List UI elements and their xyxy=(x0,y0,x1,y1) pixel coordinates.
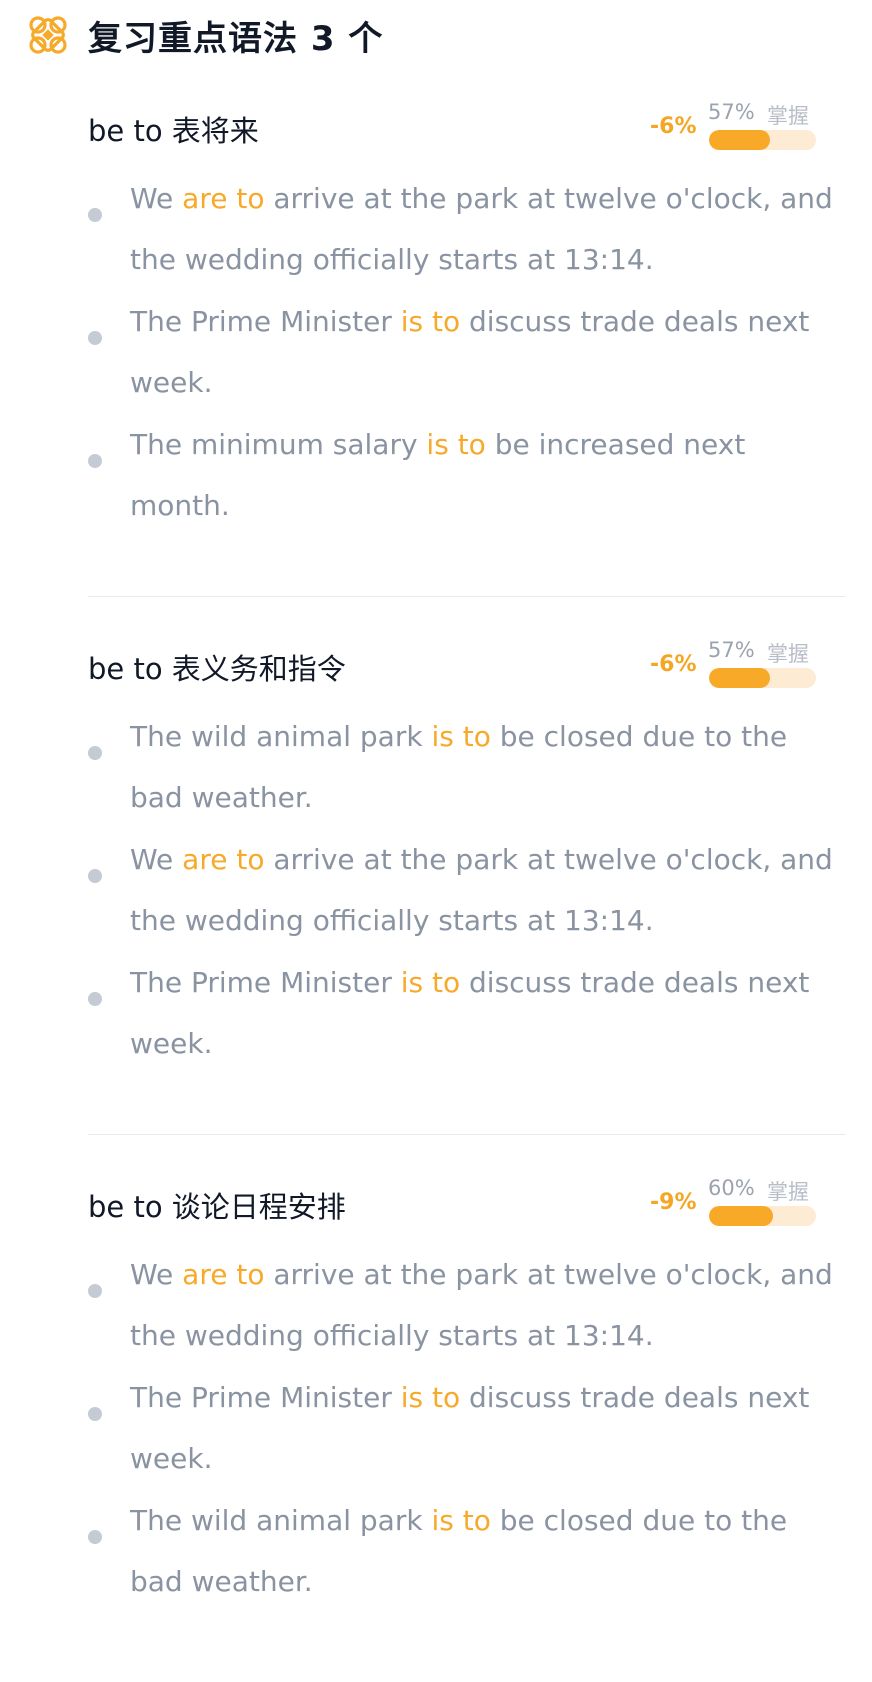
example-item: The minimum salary is to be increased ne… xyxy=(88,414,846,537)
example-list: The wild animal park is to be closed due… xyxy=(88,706,846,1075)
mastery-percent: 60% xyxy=(708,1176,755,1200)
section-divider xyxy=(88,1134,846,1135)
example-sentence: The wild animal park is to be closed due… xyxy=(130,1504,788,1598)
mastery-progress-fill xyxy=(709,668,770,688)
bullet-dot xyxy=(88,1530,102,1544)
example-item: The Prime Minister is to discuss trade d… xyxy=(88,952,846,1075)
example-item: The Prime Minister is to discuss trade d… xyxy=(88,1367,846,1490)
mastery-delta: -9% xyxy=(650,1190,697,1215)
example-list: We are to arrive at the park at twelve o… xyxy=(88,1244,846,1613)
grammar-point-title: be to 表义务和指令 xyxy=(88,652,346,686)
grammar-section: be to 表将来 -6% 57% 掌握 We are to arrive at… xyxy=(88,100,846,537)
grammar-section: be to 谈论日程安排 -9% 60% 掌握 We are to arrive… xyxy=(88,1176,846,1613)
example-item: The Prime Minister is to discuss trade d… xyxy=(88,291,846,414)
bullet-dot xyxy=(88,992,102,1006)
section-divider xyxy=(88,596,846,597)
highlighted-phrase: is to xyxy=(431,720,491,753)
mastery-progress-bar xyxy=(709,1206,816,1226)
mastery-stat: -9% 60% 掌握 xyxy=(650,1176,820,1228)
example-sentence: The Prime Minister is to discuss trade d… xyxy=(130,305,810,399)
example-item: The wild animal park is to be closed due… xyxy=(88,1490,846,1613)
example-sentence: We are to arrive at the park at twelve o… xyxy=(130,843,833,937)
example-item: We are to arrive at the park at twelve o… xyxy=(88,168,846,291)
example-sentence: The Prime Minister is to discuss trade d… xyxy=(130,966,810,1060)
example-item: We are to arrive at the park at twelve o… xyxy=(88,829,846,952)
example-list: We are to arrive at the park at twelve o… xyxy=(88,168,846,537)
bullet-dot xyxy=(88,454,102,468)
bullet-dot xyxy=(88,331,102,345)
mastery-progress-fill xyxy=(709,1206,774,1226)
clover-knot-icon xyxy=(26,13,70,57)
example-sentence: We are to arrive at the park at twelve o… xyxy=(130,182,833,276)
highlighted-phrase: are to xyxy=(182,843,265,876)
highlighted-phrase: are to xyxy=(182,182,265,215)
example-sentence: The Prime Minister is to discuss trade d… xyxy=(130,1381,810,1475)
mastery-percent: 57% xyxy=(708,100,755,124)
grammar-section: be to 表义务和指令 -6% 57% 掌握 The wild animal … xyxy=(88,638,846,1075)
bullet-dot xyxy=(88,1284,102,1298)
highlighted-phrase: are to xyxy=(182,1258,265,1291)
bullet-dot xyxy=(88,1407,102,1421)
highlighted-phrase: is to xyxy=(400,1381,461,1414)
highlighted-phrase: is to xyxy=(431,1504,491,1537)
mastery-label: 掌握 xyxy=(767,1180,809,1204)
grammar-point-title: be to 表将来 xyxy=(88,114,259,148)
example-sentence: We are to arrive at the park at twelve o… xyxy=(130,1258,833,1352)
mastery-progress-bar xyxy=(709,668,816,688)
mastery-stat: -6% 57% 掌握 xyxy=(650,638,820,690)
mastery-progress-bar xyxy=(709,130,816,150)
highlighted-phrase: is to xyxy=(400,305,461,338)
mastery-label: 掌握 xyxy=(767,642,809,666)
bullet-dot xyxy=(88,208,102,222)
mastery-delta: -6% xyxy=(650,652,697,677)
mastery-label: 掌握 xyxy=(767,104,809,128)
example-sentence: The minimum salary is to be increased ne… xyxy=(130,428,746,522)
page-header: 复习重点语法 3 个 xyxy=(26,10,383,60)
example-item: We are to arrive at the park at twelve o… xyxy=(88,1244,846,1367)
highlighted-phrase: is to xyxy=(400,966,461,999)
mastery-percent: 57% xyxy=(708,638,755,662)
page-title: 复习重点语法 3 个 xyxy=(88,18,384,59)
example-sentence: The wild animal park is to be closed due… xyxy=(130,720,788,814)
mastery-delta: -6% xyxy=(650,114,697,139)
mastery-stat: -6% 57% 掌握 xyxy=(650,100,820,152)
bullet-dot xyxy=(88,746,102,760)
bullet-dot xyxy=(88,869,102,883)
highlighted-phrase: is to xyxy=(426,428,486,461)
mastery-progress-fill xyxy=(709,130,770,150)
grammar-point-title: be to 谈论日程安排 xyxy=(88,1190,346,1224)
example-item: The wild animal park is to be closed due… xyxy=(88,706,846,829)
